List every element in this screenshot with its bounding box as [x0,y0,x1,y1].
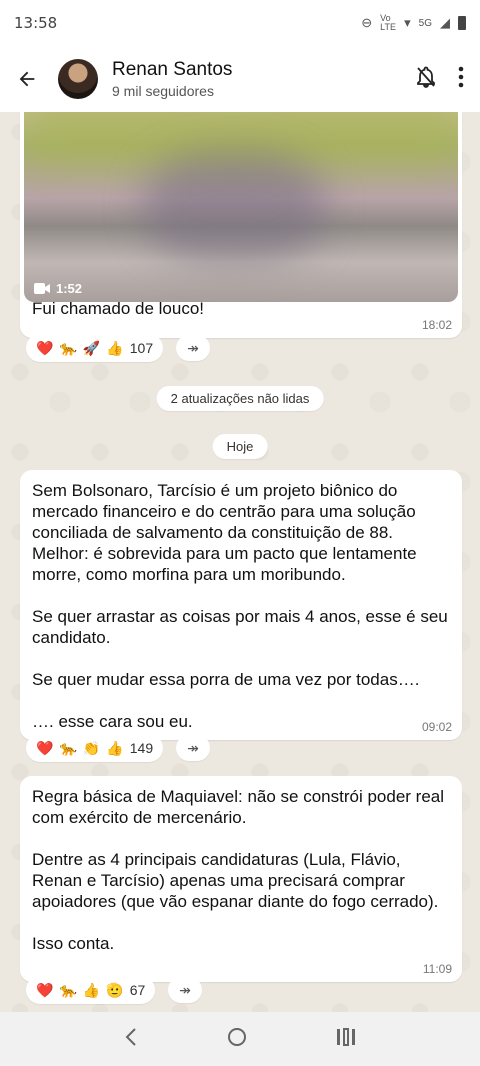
wifi-icon: ▾ [404,15,411,30]
avatar[interactable] [58,59,98,99]
channel-header: Renan Santos 9 mil seguidores [0,46,480,112]
forward-button[interactable]: ↠ [176,735,210,761]
nav-recents-icon[interactable] [336,1027,356,1051]
message-bubble[interactable]: Regra básica de Maquiavel: não se constr… [20,776,462,982]
reaction-salute: 🫡 [106,981,124,998]
message-time: 18:02 [421,318,452,332]
forward-icon: ↠ [187,739,199,756]
video-thumbnail[interactable]: 1:52 [24,112,458,302]
forward-button[interactable]: ↠ [176,335,210,361]
nav-back-icon[interactable] [124,1027,138,1052]
follower-count: 9 mil seguidores [112,83,214,99]
message-text: Fui chamado de louco! [32,299,204,318]
status-time: 13:58 [14,14,58,32]
volte-icon: Vo LTE [380,13,396,32]
reaction-heart: ❤️ [36,981,54,998]
reaction-heart: ❤️ [36,739,54,756]
back-button[interactable] [0,46,54,112]
mute-bell-icon[interactable] [414,65,438,94]
reaction-thumbs-up: 👍 [106,739,124,756]
system-nav-bar [0,1012,480,1066]
reaction-count: 67 [129,982,146,998]
battery-icon [458,16,466,30]
channel-name: Renan Santos [112,59,233,80]
status-icons: ⊖ Vo LTE ▾ 5G ◢ [361,14,466,32]
reaction-count: 149 [129,740,154,756]
video-duration: 1:52 [34,281,82,296]
reactions-bar[interactable]: ❤️ 🐆 👏 👍 149 [26,734,164,762]
reaction-heart: ❤️ [36,339,54,356]
channel-info[interactable]: Renan Santos 9 mil seguidores [112,59,232,99]
chat-area[interactable]: 1:52 Fui chamado de louco! 18:02 ❤️ 🐆 🚀 … [0,112,480,1012]
message-time: 11:09 [422,962,452,976]
reaction-leopard: 🐆 [59,739,77,756]
reaction-leopard: 🐆 [59,339,77,356]
reaction-clap: 👏 [82,739,101,756]
message-text: Regra básica de Maquiavel: não se constr… [32,787,445,953]
dnd-icon: ⊖ [361,15,373,30]
signal-5g-icon: 5G [418,17,432,29]
reaction-rocket: 🚀 [82,339,101,356]
reaction-thumbs-up: 👍 [82,981,101,998]
video-camera-icon [34,283,50,294]
reaction-thumbs-up: 👍 [106,339,124,356]
message-bubble[interactable]: 1:52 Fui chamado de louco! 18:02 [20,112,462,338]
date-separator: Hoje [212,434,268,459]
reactions-bar[interactable]: ❤️ 🐆 🚀 👍 107 [26,334,164,362]
nav-home-icon[interactable] [227,1027,247,1052]
reaction-count: 107 [129,340,154,356]
more-options-icon[interactable] [458,66,464,93]
back-arrow-icon [19,71,35,87]
signal-icon: ◢ [440,15,450,30]
forward-icon: ↠ [179,981,191,998]
message-text: Sem Bolsonaro, Tarcísio é um projeto biô… [32,481,448,731]
reaction-leopard: 🐆 [59,981,77,998]
status-bar: 13:58 ⊖ Vo LTE ▾ 5G ◢ [0,0,480,46]
forward-icon: ↠ [187,339,199,356]
reactions-bar[interactable]: ❤️ 🐆 👍 🫡 67 [26,976,156,1004]
message-bubble[interactable]: Sem Bolsonaro, Tarcísio é um projeto biô… [20,470,462,740]
unread-updates-label: 2 atualizações não lidas [156,386,324,411]
forward-button[interactable]: ↠ [168,977,202,1003]
message-time: 09:02 [421,720,452,734]
